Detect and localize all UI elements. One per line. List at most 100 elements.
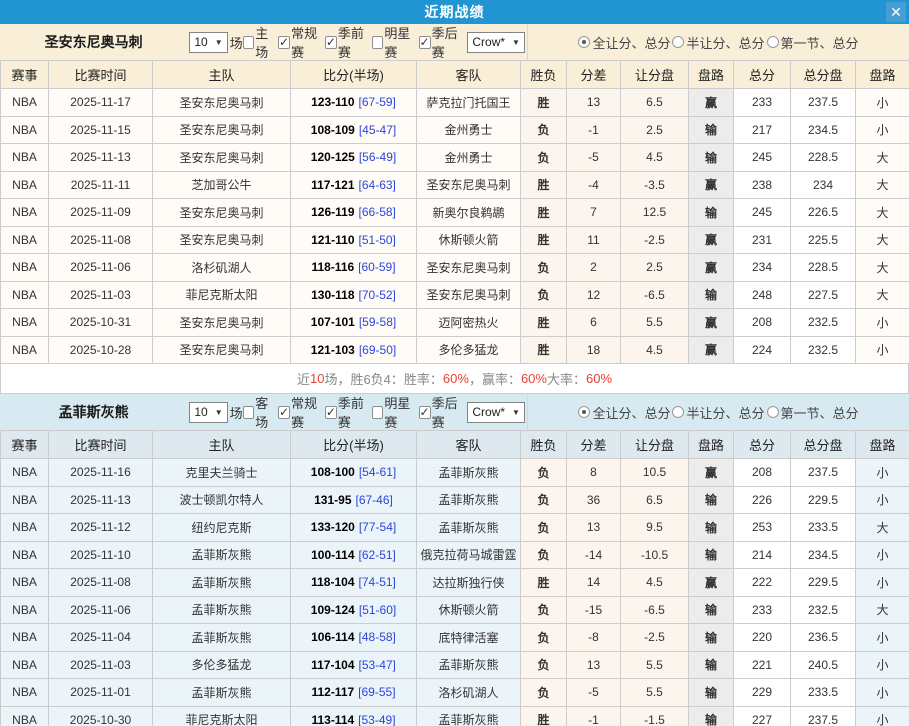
cell-handicap-line: 6.5: [620, 88, 689, 117]
checkbox-playoffs[interactable]: ✓ 季后赛: [418, 393, 466, 431]
sections-container: 圣安东尼奥马刺 10 ▼ 场主场 ✓ 常规赛 ✓ 季前赛 明星赛 ✓ 季后赛 Crow* ▼ 全让分、总分…: [0, 24, 909, 726]
full-time-score: 108-100: [310, 465, 355, 480]
cell-point-diff: 18: [566, 335, 621, 364]
full-time-score: 113-114: [311, 712, 355, 726]
games-unit-label: 场: [229, 405, 243, 421]
checkbox-all-star[interactable]: 明星赛: [371, 23, 419, 61]
cell-league: NBA: [0, 485, 49, 514]
games-count-select-value: 10: [194, 35, 208, 49]
cell-away-team: 金州勇士: [416, 115, 521, 144]
cell-score: 108-100 [54-61]: [290, 458, 417, 487]
games-count-select[interactable]: 10 ▼: [189, 401, 228, 423]
cell-point-diff: 2: [566, 253, 621, 282]
cell-league: NBA: [0, 705, 49, 726]
cell-point-diff: -8: [566, 623, 621, 652]
column-header: 分差: [566, 60, 621, 89]
team-name: 圣安东尼奥马刺: [44, 34, 143, 50]
bookmaker-select[interactable]: Crow* ▼: [467, 31, 525, 53]
checkbox-playoffs[interactable]: ✓ 季后赛: [418, 23, 466, 61]
cell-total-line: 228.5: [790, 143, 856, 172]
radio-half-game-handicap-total[interactable]: 半让分、总分: [672, 403, 765, 422]
team-name: 孟菲斯灰熊: [58, 404, 129, 420]
game-row: NBA 2025-11-13 波士顿凯尔特人 131-95 [67-46] 孟菲斯灰熊负 3…: [0, 485, 909, 514]
checkbox-preseason[interactable]: ✓ 季前赛: [324, 393, 372, 431]
game-row: NBA 2025-11-06 洛杉矶湖人 118-116 [60-59] 圣安东尼奥马刺负…: [0, 253, 909, 282]
filter-bar-left: 圣安东尼奥马刺 10 ▼ 场主场 ✓ 常规赛 ✓ 季前赛 明星赛 ✓ 季后赛 Crow* ▼: [0, 24, 527, 60]
checkbox-regular-season[interactable]: ✓ 常规赛: [278, 23, 325, 61]
radio-half-game-handicap-total[interactable]: 半让分、总分: [672, 33, 765, 52]
cell-total-points: 226: [733, 485, 791, 514]
radio-full-game-handicap-total[interactable]: 全让分、总分: [578, 33, 670, 52]
radio-icon: [766, 406, 779, 418]
half-time-score: [62-51]: [358, 547, 396, 562]
checkbox-away-venue[interactable]: 客场: [242, 393, 278, 431]
cell-handicap-line: -2.5: [620, 623, 689, 652]
half-time-score: [64-63]: [358, 177, 396, 192]
cell-over-under: 小: [855, 458, 909, 487]
cell-total-line: 229.5: [790, 568, 856, 597]
checkbox-unchecked-icon: [242, 405, 255, 419]
cell-total-line: 237.5: [790, 458, 856, 487]
checkbox-preseason[interactable]: ✓ 季前赛: [324, 23, 372, 61]
cell-away-team: 孟菲斯灰熊: [416, 705, 521, 726]
game-row: NBA 2025-11-09 圣安东尼奥马刺 126-119 [66-58] 新奥尔良鹈鹕…: [0, 198, 909, 227]
cell-away-team: 底特律活塞: [416, 623, 521, 652]
cell-total-points: 238: [733, 170, 791, 199]
radio-first-quarter-handicap-total[interactable]: 第一节、总分: [766, 403, 859, 422]
checkbox-regular-season[interactable]: ✓ 常规赛: [278, 393, 325, 431]
radio-first-quarter-handicap-total[interactable]: 第一节、总分: [766, 33, 859, 52]
cell-win-loss: 负: [520, 678, 567, 707]
cell-total-line: 234.5: [790, 540, 856, 569]
cell-handicap-line: 5.5: [620, 650, 689, 679]
cell-win-loss: 负: [520, 623, 567, 652]
cell-score: 100-114 [62-51]: [290, 540, 417, 569]
radio-full-game-handicap-total[interactable]: 全让分、总分: [578, 403, 670, 422]
odds-view-radio-group: 全让分、总分 半让分、总分 第一节、总分: [527, 24, 909, 60]
cell-over-under: 大: [855, 513, 909, 542]
cell-point-diff: 6: [566, 308, 621, 337]
dialog-title: 近期战绩: [424, 4, 485, 20]
bookmaker-select[interactable]: Crow* ▼: [467, 401, 525, 423]
half-time-score: [69-55]: [358, 685, 396, 700]
cell-total-points: 224: [733, 335, 791, 364]
checkbox-home-venue[interactable]: 主场: [242, 23, 278, 61]
cell-home-team: 孟菲斯灰熊: [152, 568, 291, 597]
cell-home-team: 圣安东尼奥马刺: [152, 308, 291, 337]
full-time-score: 118-104: [311, 575, 355, 590]
full-time-score: 120-125: [310, 150, 355, 165]
radio-selected-icon: [578, 406, 591, 418]
cell-point-diff: -15: [566, 595, 621, 624]
cell-total-points: 208: [733, 458, 791, 487]
checkbox-label: 常规赛: [291, 26, 318, 60]
cell-score: 117-121 [64-63]: [290, 170, 417, 199]
cell-handicap-result: 赢: [688, 335, 734, 364]
cell-win-loss: 负: [520, 595, 567, 624]
checkbox-label: 常规赛: [291, 396, 318, 430]
cell-handicap-result: 输: [688, 198, 734, 227]
cell-total-points: 222: [733, 568, 791, 597]
full-time-score: 109-124: [310, 602, 355, 617]
checkbox-label: 季后赛: [431, 396, 458, 430]
games-count-select-value: 10: [194, 405, 208, 419]
radio-label: 全让分、总分: [592, 405, 671, 421]
cell-total-line: 232.5: [790, 595, 856, 624]
dialog-titlebar: 近期战绩 ✕: [0, 0, 909, 24]
column-header: 总分盘: [790, 60, 856, 89]
cell-date: 2025-11-08: [48, 568, 153, 597]
checkbox-unchecked-icon: [371, 35, 384, 49]
column-header: 分差: [566, 430, 621, 459]
game-row: NBA 2025-11-08 圣安东尼奥马刺 121-110 [51-50] 休斯顿火箭胜…: [0, 225, 909, 254]
games-count-select[interactable]: 10 ▼: [189, 31, 228, 53]
full-time-score: 107-101: [310, 315, 355, 330]
cell-score: 117-104 [53-47]: [290, 650, 417, 679]
cell-home-team: 圣安东尼奥马刺: [152, 88, 291, 117]
cell-total-points: 231: [733, 225, 791, 254]
summary-stat: 60%: [586, 371, 613, 386]
cell-score: 118-104 [74-51]: [290, 568, 417, 597]
game-row: NBA 2025-10-31 圣安东尼奥马刺 107-101 [59-58] 迈阿密热火胜…: [0, 308, 909, 337]
game-row: NBA 2025-11-03 菲尼克斯太阳 130-118 [70-52] 圣安东尼奥马刺…: [0, 280, 909, 309]
cell-point-diff: 14: [566, 568, 621, 597]
close-button[interactable]: ✕: [886, 2, 906, 22]
checkbox-all-star[interactable]: 明星赛: [371, 393, 419, 431]
cell-handicap-line: 2.5: [620, 253, 689, 282]
